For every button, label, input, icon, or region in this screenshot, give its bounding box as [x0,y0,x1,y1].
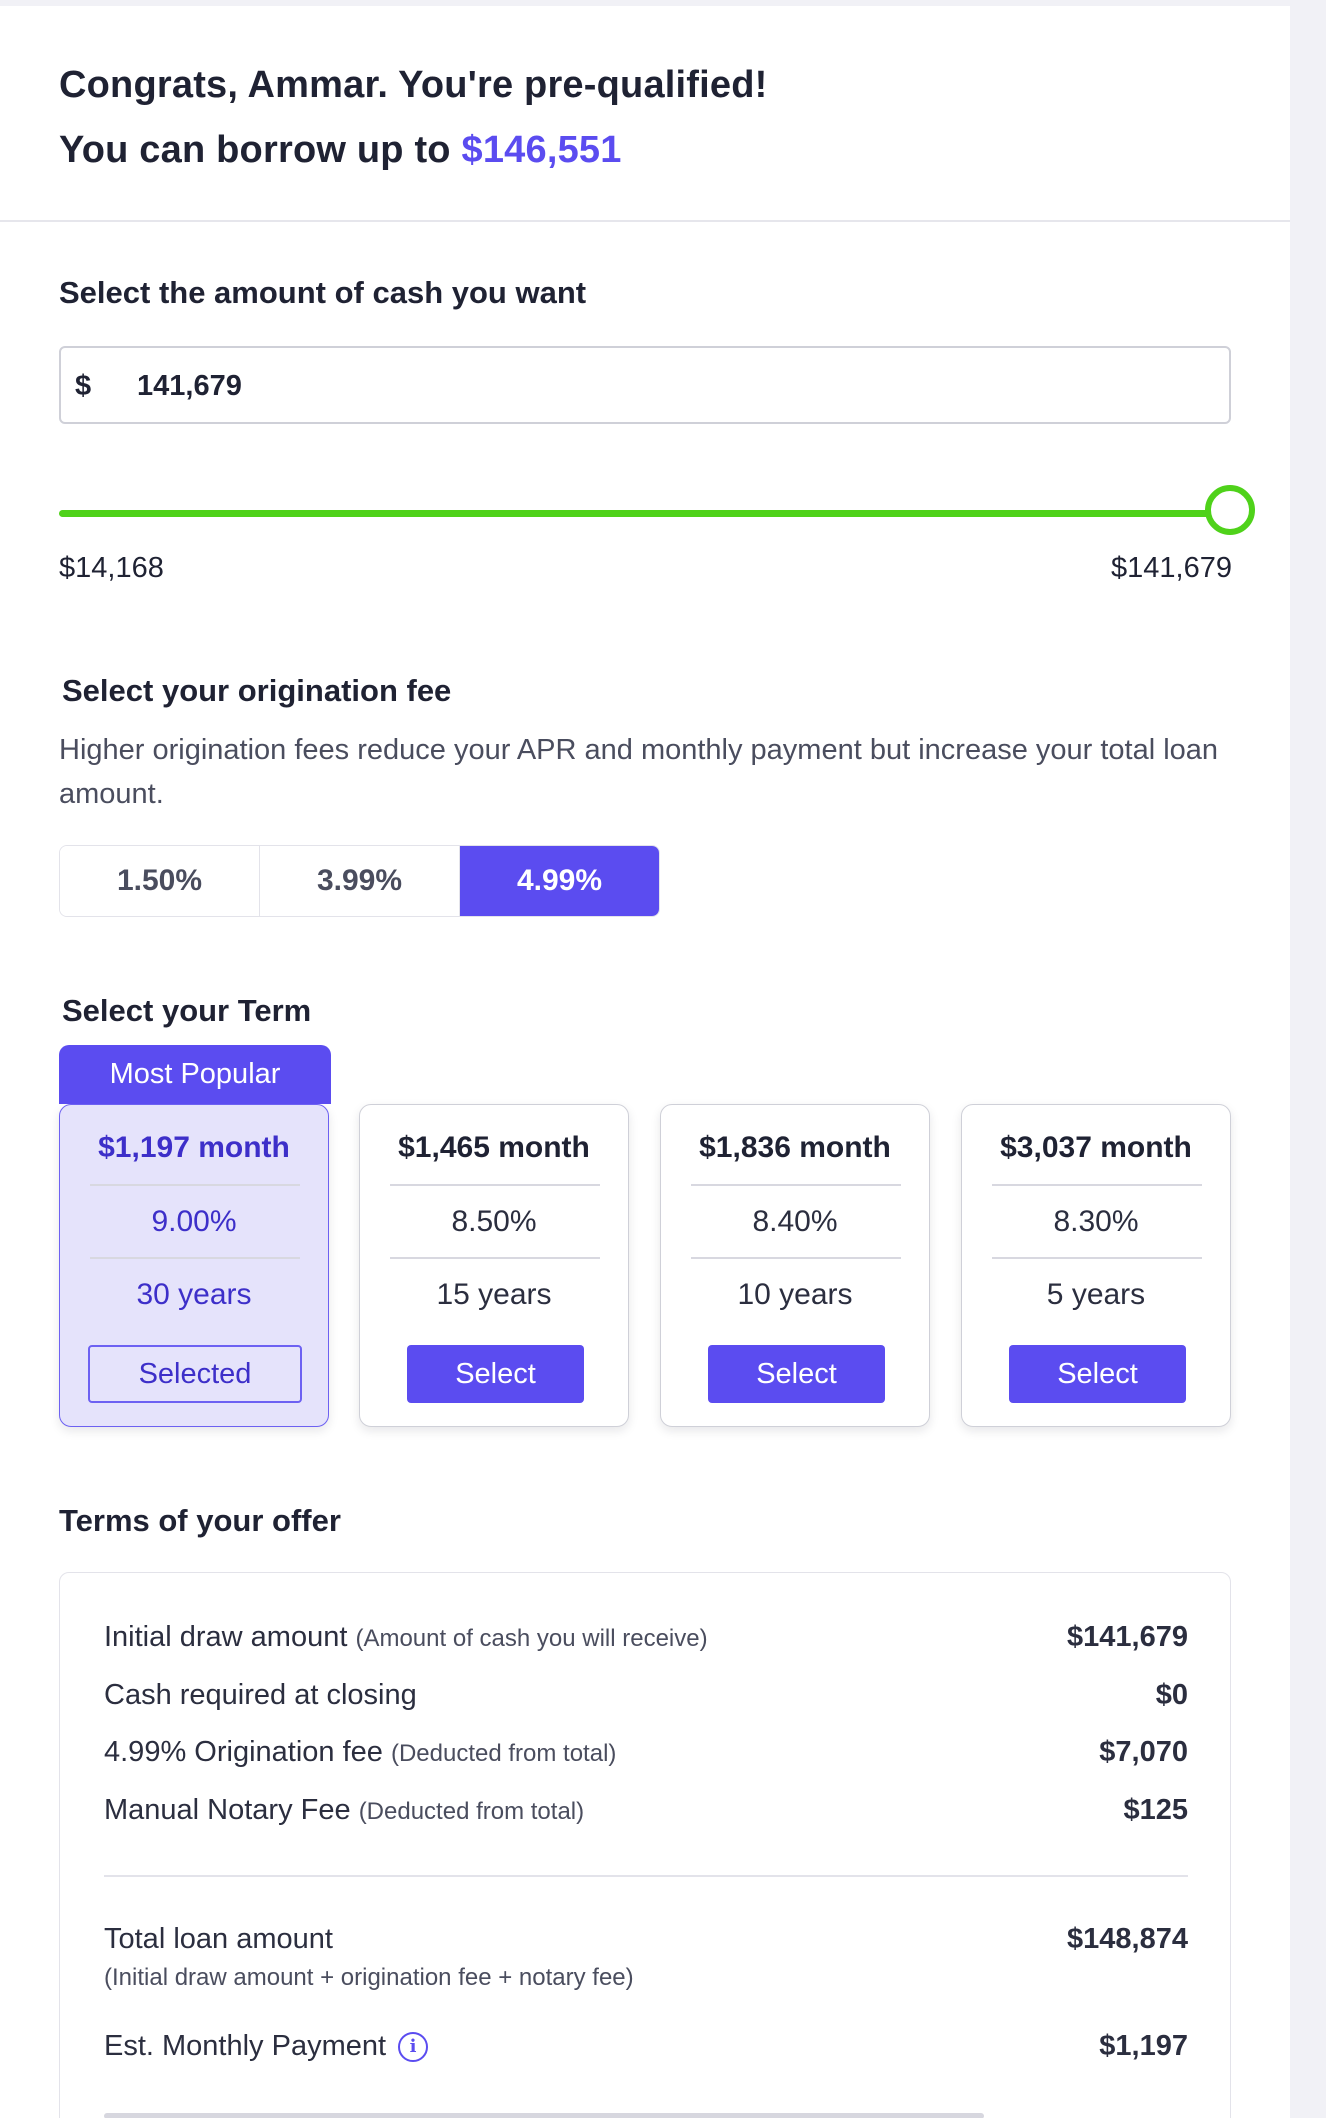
origination-fee-options: 1.50% 3.99% 4.99% [59,845,660,917]
term-years: 30 years [136,1278,252,1311]
monthly-payment-label: Est. Monthly Payment i [104,2030,429,2063]
term-card-15-years[interactable]: $1,465 month 8.50% 15 years Select [359,1104,629,1427]
offer-divider [104,1875,1188,1877]
term-divider [992,1184,1202,1186]
borrow-amount: $146,551 [461,129,622,171]
term-select-button[interactable]: Select [708,1345,885,1403]
term-years: 15 years [436,1278,552,1311]
currency-symbol: $ [75,370,92,402]
borrow-prefix: You can borrow up to [59,129,451,171]
cash-amount-input[interactable]: $ 141,679 [59,346,1231,424]
term-rate: 8.30% [1053,1205,1139,1238]
offer-row-value: $7,070 [1099,1736,1188,1768]
offer-row-value: $125 [1123,1794,1188,1826]
term-years: 10 years [737,1278,853,1311]
offer-row-note: (Deducted from total) [358,1798,585,1825]
monthly-payment-value: $1,197 [1099,2030,1188,2062]
fee-option-3-99[interactable]: 3.99% [260,846,460,916]
term-selected-button[interactable]: Selected [88,1345,302,1403]
slider-min-label: $14,168 [59,552,164,584]
offer-row-note: (Amount of cash you will receive) [355,1625,708,1652]
term-monthly: $1,197 month [98,1131,290,1164]
monthly-payment-text: Est. Monthly Payment [104,2030,387,2062]
term-card-30-years[interactable]: $1,197 month 9.00% 30 years Selected [59,1104,329,1427]
congrats-heading: Congrats, Ammar. You're pre-qualified! [59,64,768,106]
most-popular-badge: Most Popular [59,1045,331,1104]
offer-row-name: Cash required at closing [104,1679,417,1711]
offer-row-label: Manual Notary Fee (Deducted from total) [104,1794,584,1827]
term-rate: 8.50% [451,1205,537,1238]
term-divider [992,1257,1202,1259]
offer-row-note: (Deducted from total) [390,1740,617,1767]
top-band [0,0,1290,6]
total-loan-label: Total loan amount [104,1923,333,1955]
fee-option-1-50[interactable]: 1.50% [60,846,260,916]
term-years: 5 years [1046,1278,1146,1311]
origination-section-title: Select your origination fee [62,673,452,708]
term-monthly: $3,037 month [1000,1131,1192,1164]
term-divider [390,1257,600,1259]
right-gutter [1290,0,1326,2118]
offer-row-name: Initial draw amount [104,1621,348,1653]
offer-row-value: $141,679 [1067,1621,1188,1653]
offer-row-value: $0 [1155,1679,1188,1711]
offer-section-title: Terms of your offer [59,1503,341,1538]
term-divider [90,1184,300,1186]
term-divider [691,1184,901,1186]
offer-row-label: Initial draw amount (Amount of cash you … [104,1621,708,1654]
term-select-button[interactable]: Select [1009,1345,1186,1403]
slider-max-label: $141,679 [1111,552,1232,584]
term-divider [390,1184,600,1186]
term-divider [691,1257,901,1259]
offer-row-name: 4.99% Origination fee [104,1736,383,1768]
term-card-10-years[interactable]: $1,836 month 8.40% 10 years Select [660,1104,930,1427]
total-loan-subtext: (Initial draw amount + origination fee +… [104,1964,634,1991]
cash-amount-value[interactable]: 141,679 [137,370,242,403]
cash-section-title: Select the amount of cash you want [59,275,587,310]
term-select-button[interactable]: Select [407,1345,584,1403]
term-card-5-years[interactable]: $3,037 month 8.30% 5 years Select [961,1104,1231,1427]
fee-option-4-99[interactable]: 4.99% [460,846,659,916]
offer-row-label: 4.99% Origination fee (Deducted from tot… [104,1736,616,1769]
cash-slider-track[interactable] [59,510,1235,517]
offer-row-label: Cash required at closing [104,1679,417,1712]
term-rate: 8.40% [752,1205,838,1238]
offer-row-name: Manual Notary Fee [104,1794,351,1826]
term-divider [90,1257,300,1259]
term-monthly: $1,465 month [398,1131,590,1164]
borrow-heading: You can borrow up to $146,551 [59,129,622,172]
header-divider [0,220,1290,222]
term-monthly: $1,836 month [699,1131,891,1164]
page: Congrats, Ammar. You're pre-qualified! Y… [0,0,1290,2118]
cash-slider-thumb[interactable] [1205,485,1255,535]
term-rate: 9.00% [151,1205,237,1238]
bottom-progress-bar [104,2113,984,2118]
total-loan-value: $148,874 [1067,1923,1188,1955]
origination-description: Higher origination fees reduce your APR … [59,734,1219,810]
term-section-title: Select your Term [62,993,312,1028]
offer-summary-box: Initial draw amount (Amount of cash you … [59,1572,1231,2118]
info-icon[interactable]: i [398,2032,429,2063]
